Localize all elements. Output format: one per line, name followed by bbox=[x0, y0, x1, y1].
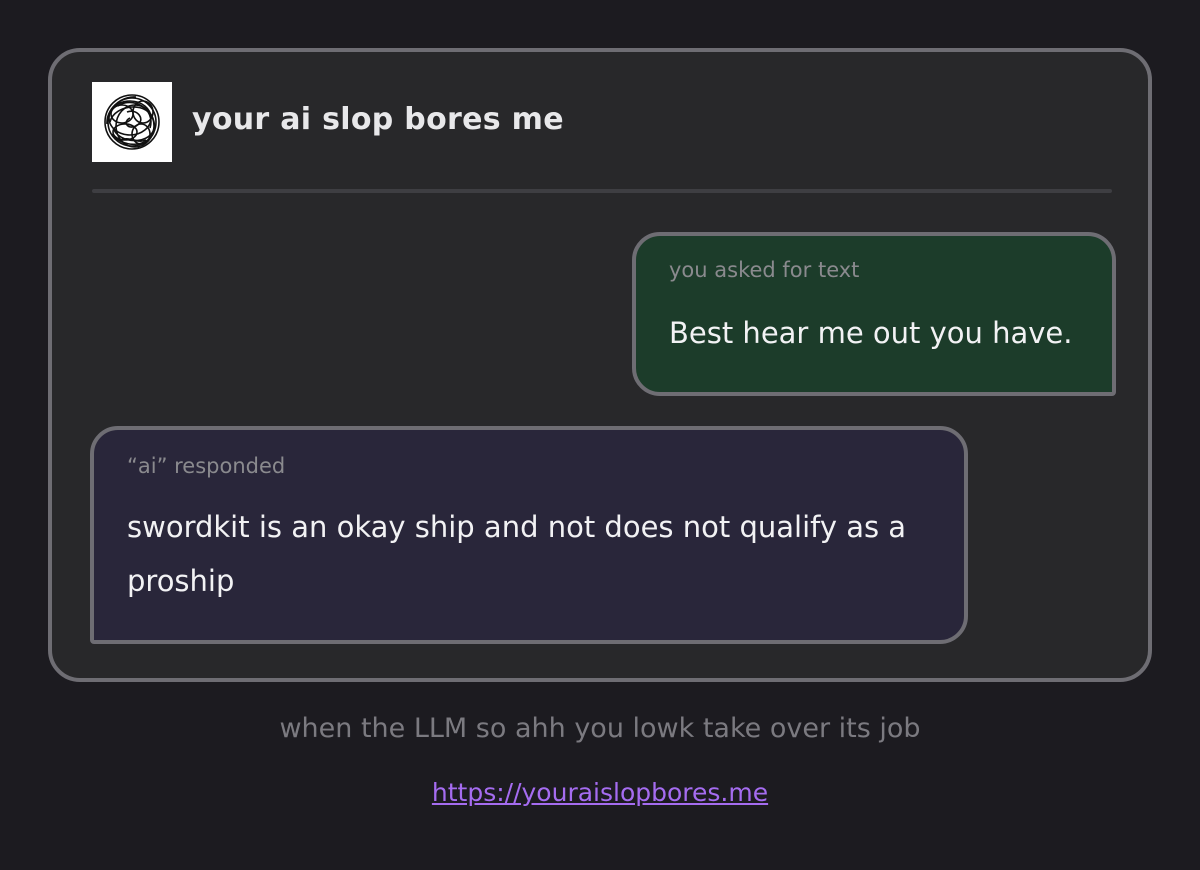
ai-message-label: “ai” responded bbox=[127, 454, 286, 478]
scribble-logo-icon bbox=[104, 94, 160, 150]
user-message-text: Best hear me out you have. bbox=[669, 316, 1073, 350]
ai-message-bubble: “ai” responded swordkit is an okay ship … bbox=[90, 426, 968, 644]
page-title: your ai slop bores me bbox=[192, 102, 564, 137]
avatar bbox=[92, 82, 172, 162]
user-message-bubble: you asked for text Best hear me out you … bbox=[632, 232, 1116, 396]
user-message-label: you asked for text bbox=[669, 258, 860, 282]
chat-card: your ai slop bores me you asked for text… bbox=[48, 48, 1152, 682]
caption: when the LLM so ahh you lowk take over i… bbox=[279, 713, 921, 744]
site-link[interactable]: https://youraislopbores.me bbox=[0, 778, 1200, 807]
header-divider bbox=[92, 189, 1112, 193]
ai-message-text: swordkit is an okay ship and not does no… bbox=[127, 510, 907, 598]
